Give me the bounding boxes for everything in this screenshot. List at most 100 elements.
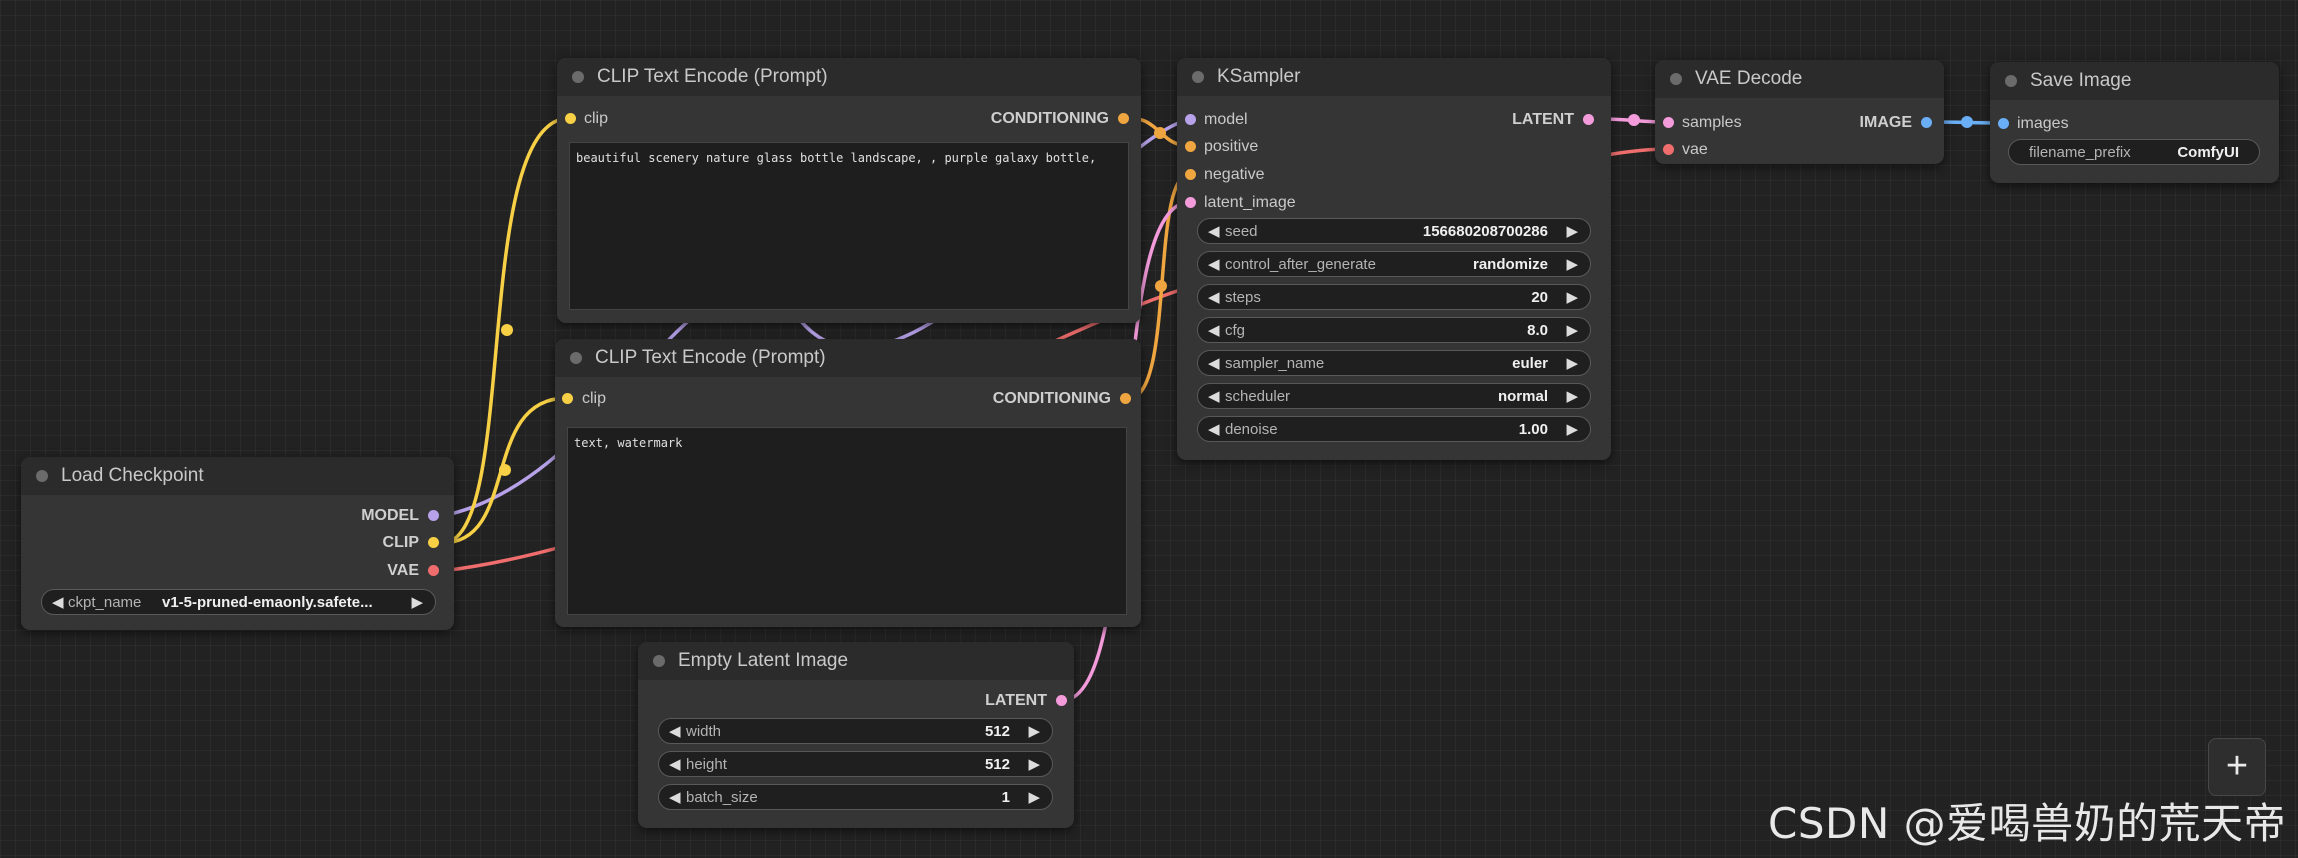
decrement-arrow-icon[interactable]: ◀ [669,722,681,740]
collapse-dot-icon[interactable] [570,352,582,364]
input-port-clip[interactable] [562,393,573,404]
empty-latent-image-node[interactable]: Empty Latent Image LATENT ◀ width 512 ▶ … [638,642,1074,828]
decrement-arrow-icon[interactable]: ◀ [1208,420,1220,438]
control-after-generate-combo[interactable]: ◀ control_after_generate randomize ▶ [1197,251,1591,277]
node-title[interactable]: Load Checkpoint [21,457,454,495]
input-port-samples[interactable] [1663,117,1674,128]
reroute-dot [1155,280,1167,292]
output-port-vae[interactable] [428,565,439,576]
collapse-dot-icon[interactable] [1670,73,1682,85]
widget-value: 1 [1001,789,1010,806]
filename-prefix-text-widget[interactable]: filename_prefix ComfyUI [2008,139,2260,165]
decrement-arrow-icon[interactable]: ◀ [1208,321,1220,339]
prompt-textarea[interactable]: beautiful scenery nature glass bottle la… [569,142,1129,310]
collapse-dot-icon[interactable] [36,470,48,482]
widget-name: seed [1225,223,1258,240]
widget-value: randomize [1472,256,1548,273]
decrement-arrow-icon[interactable]: ◀ [1208,222,1220,240]
output-label-conditioning: CONDITIONING [990,110,1109,127]
scheduler-combo[interactable]: ◀ scheduler normal ▶ [1197,383,1591,409]
input-port-negative[interactable] [1185,169,1196,180]
steps-number-widget[interactable]: ◀ steps 20 ▶ [1197,284,1591,310]
collapse-dot-icon[interactable] [572,71,584,83]
increment-arrow-icon[interactable]: ▶ [1566,387,1578,405]
input-port-model[interactable] [1185,114,1196,125]
node-title[interactable]: KSampler [1177,58,1611,96]
increment-arrow-icon[interactable]: ▶ [1566,222,1578,240]
add-node-button[interactable]: + [2208,738,2266,796]
watermark-text: CSDN @爱喝兽奶的荒天帝 [1768,799,2287,848]
input-label-clip: clip [584,110,609,127]
output-label-conditioning: CONDITIONING [992,390,1111,407]
collapse-dot-icon[interactable] [1192,71,1204,83]
output-port-conditioning[interactable] [1118,113,1129,124]
increment-arrow-icon[interactable]: ▶ [1028,788,1040,806]
node-title[interactable]: CLIP Text Encode (Prompt) [557,58,1141,96]
ckpt-name-combo[interactable]: ◀ ckpt_name v1-5-pruned-emaonly.safete..… [41,589,436,615]
input-label-positive: positive [1204,138,1259,155]
clip-text-encode-negative-node[interactable]: CLIP Text Encode (Prompt) clip CONDITION… [555,339,1141,627]
ksampler-node[interactable]: KSampler model positive negative latent_… [1177,58,1611,460]
output-port-image[interactable] [1921,117,1932,128]
cfg-number-widget[interactable]: ◀ cfg 8.0 ▶ [1197,317,1591,343]
collapse-dot-icon[interactable] [653,655,665,667]
decrement-arrow-icon[interactable]: ◀ [669,755,681,773]
input-port-positive[interactable] [1185,141,1196,152]
output-port-model[interactable] [428,510,439,521]
output-port-latent[interactable] [1583,114,1594,125]
decrement-arrow-icon[interactable]: ◀ [1208,387,1220,405]
increment-arrow-icon[interactable]: ▶ [1028,722,1040,740]
output-port-clip[interactable] [428,537,439,548]
increment-arrow-icon[interactable]: ▶ [1566,354,1578,372]
output-label-clip: CLIP [382,534,419,551]
widget-value: 8.0 [1527,322,1548,339]
input-label-samples: samples [1682,114,1742,131]
increment-arrow-icon[interactable]: ▶ [1566,321,1578,339]
load-checkpoint-node[interactable]: Load Checkpoint MODEL CLIP VAE ◀ ckpt_na… [21,457,454,630]
node-title-text: Load Checkpoint [61,465,204,486]
node-title-text: VAE Decode [1695,68,1803,89]
decrement-arrow-icon[interactable]: ◀ [1208,288,1220,306]
output-label-model: MODEL [361,507,419,524]
decrement-arrow-icon[interactable]: ◀ [52,593,64,611]
clip-text-encode-positive-node[interactable]: CLIP Text Encode (Prompt) clip CONDITION… [557,58,1141,323]
vae-decode-node[interactable]: VAE Decode samples vae IMAGE [1655,60,1944,164]
reroute-dot [1628,114,1640,126]
seed-number-widget[interactable]: ◀ seed 156680208700286 ▶ [1197,218,1591,244]
save-image-node[interactable]: Save Image images filename_prefix ComfyU… [1990,62,2279,183]
reroute-dot [1154,127,1166,139]
prompt-textarea[interactable]: text, watermark [567,427,1127,615]
reroute-dot [1961,116,1973,128]
increment-arrow-icon[interactable]: ▶ [1566,255,1578,273]
node-title-text: CLIP Text Encode (Prompt) [595,347,826,368]
node-title[interactable]: Save Image [1990,62,2279,100]
node-title[interactable]: VAE Decode [1655,60,1944,98]
reroute-dot [501,324,513,336]
input-port-clip[interactable] [565,113,576,124]
output-label-vae: VAE [387,562,419,579]
decrement-arrow-icon[interactable]: ◀ [669,788,681,806]
increment-arrow-icon[interactable]: ▶ [1028,755,1040,773]
input-port-latent-image[interactable] [1185,197,1196,208]
node-title[interactable]: Empty Latent Image [638,642,1074,680]
node-title[interactable]: CLIP Text Encode (Prompt) [555,339,1141,377]
widget-name: scheduler [1225,388,1291,405]
sampler-name-combo[interactable]: ◀ sampler_name euler ▶ [1197,350,1591,376]
width-number-widget[interactable]: ◀ width 512 ▶ [658,718,1053,744]
increment-arrow-icon[interactable]: ▶ [1566,420,1578,438]
widget-value: 512 [984,723,1010,740]
output-port-conditioning[interactable] [1120,393,1131,404]
increment-arrow-icon[interactable]: ▶ [411,593,423,611]
decrement-arrow-icon[interactable]: ◀ [1208,354,1220,372]
collapse-dot-icon[interactable] [2005,75,2017,87]
output-port-latent[interactable] [1056,695,1067,706]
batch-size-number-widget[interactable]: ◀ batch_size 1 ▶ [658,784,1053,810]
decrement-arrow-icon[interactable]: ◀ [1208,255,1220,273]
widget-value: 512 [984,756,1010,773]
input-port-vae[interactable] [1663,144,1674,155]
increment-arrow-icon[interactable]: ▶ [1566,288,1578,306]
widget-value: 1.00 [1518,421,1548,438]
input-port-images[interactable] [1998,118,2009,129]
denoise-number-widget[interactable]: ◀ denoise 1.00 ▶ [1197,416,1591,442]
height-number-widget[interactable]: ◀ height 512 ▶ [658,751,1053,777]
